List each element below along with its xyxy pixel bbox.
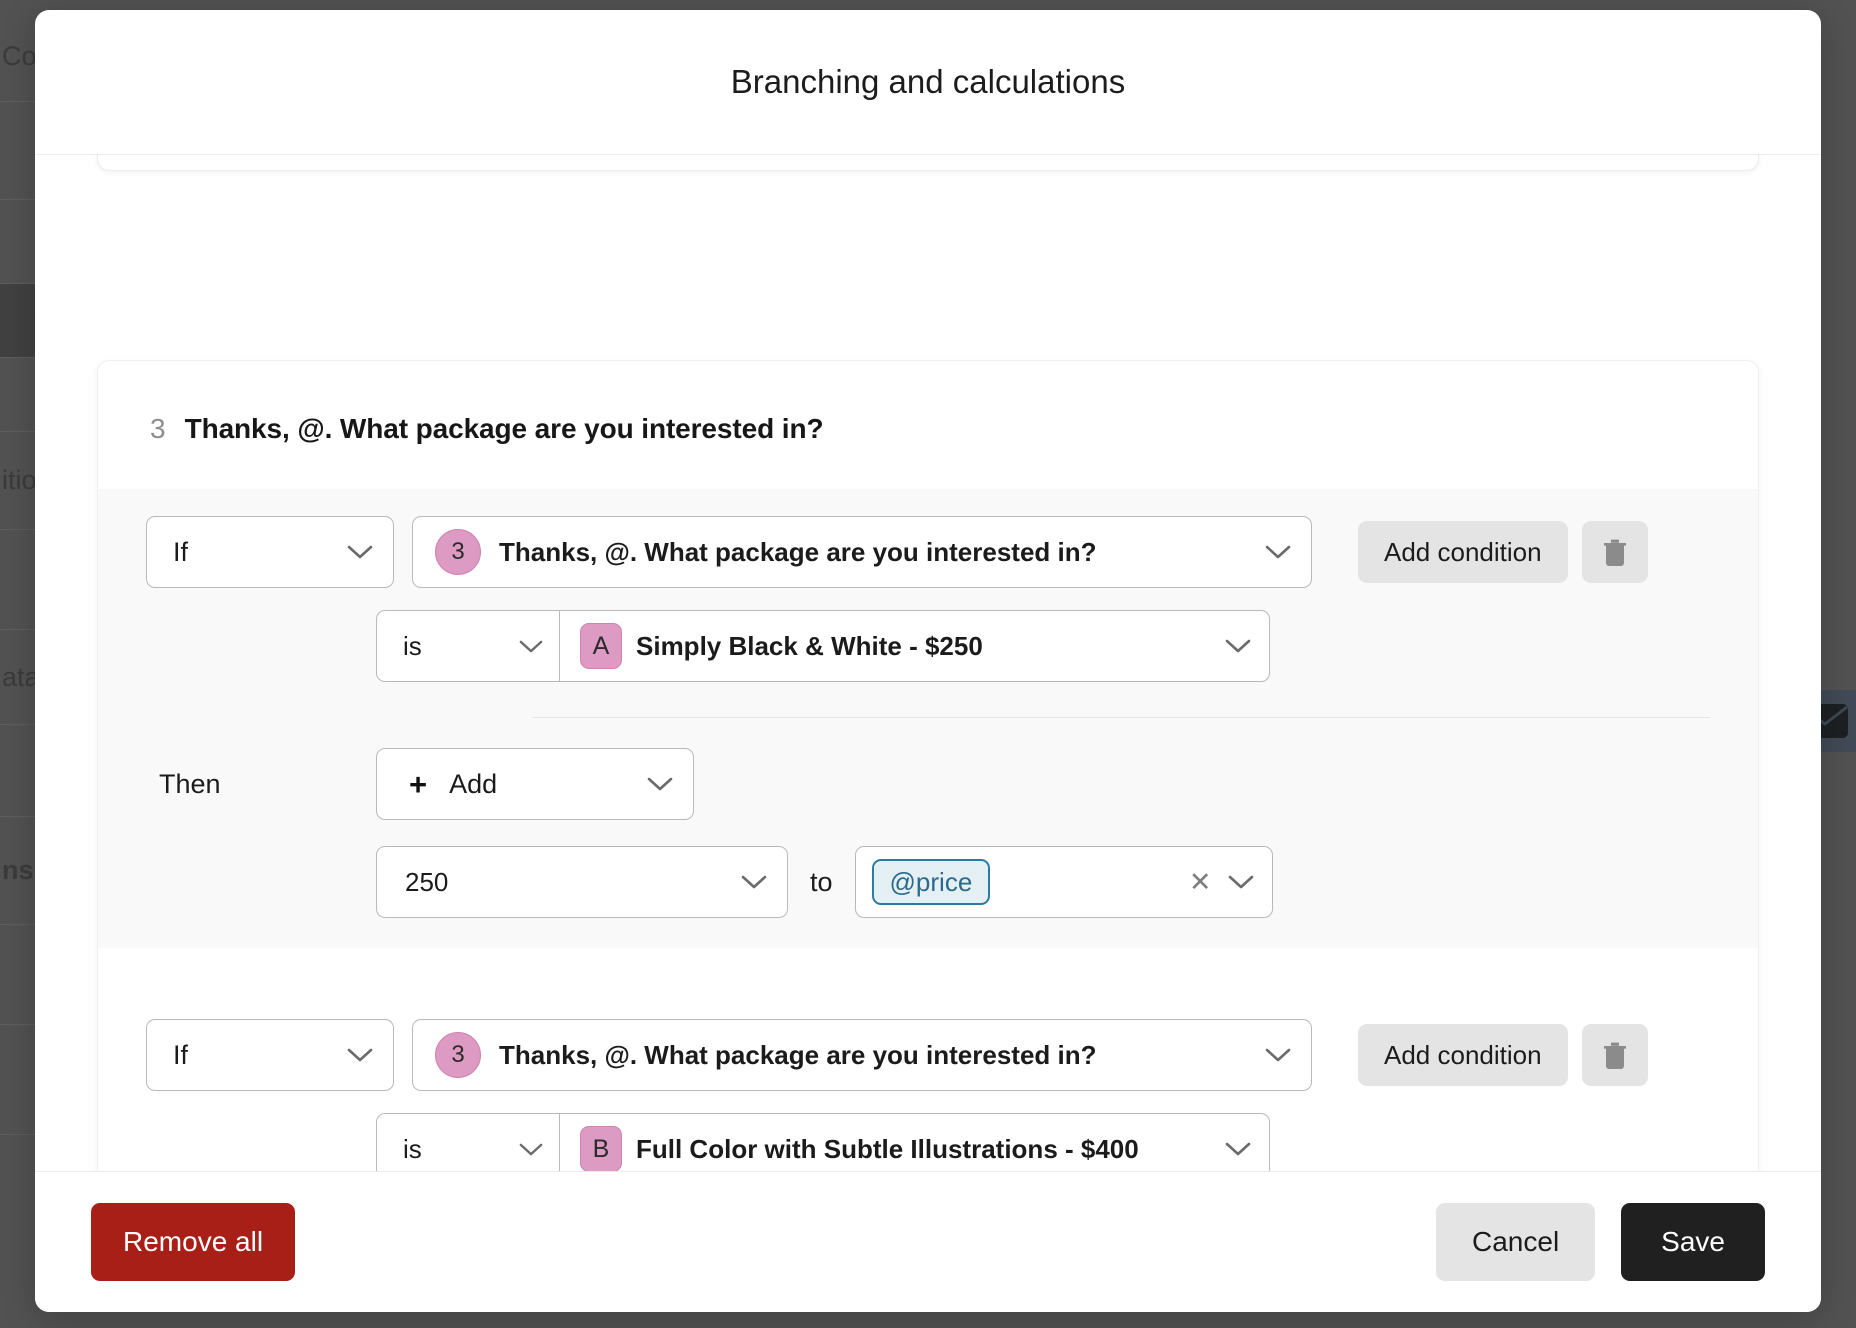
to-label: to — [810, 866, 833, 897]
background-text-fragment: ns — [2, 855, 34, 885]
comparison-operator-value: is — [403, 630, 422, 661]
if-operator-value: If — [173, 1039, 189, 1070]
page-title: Branching and calculations — [730, 63, 1126, 100]
chevron-down-icon — [503, 639, 559, 654]
question-text: Thanks, @. What package are you interest… — [184, 413, 824, 444]
condition-question-value: Thanks, @. What package are you interest… — [499, 1039, 1097, 1070]
chevron-down-icon — [721, 874, 787, 890]
condition-row: If 3 Thanks, @. What package are you int… — [98, 992, 1758, 1091]
add-condition-button[interactable]: Add condition — [1358, 1024, 1568, 1086]
comparison-operator-value: is — [403, 1133, 422, 1164]
choice-value-select[interactable]: A Simply Black & White - $250 — [559, 610, 1270, 682]
choice-badge: A — [580, 623, 622, 669]
chevron-down-icon — [1216, 874, 1272, 890]
condition-question-select[interactable]: 3 Thanks, @. What package are you intere… — [412, 516, 1312, 588]
if-operator-select[interactable]: If — [146, 516, 394, 588]
condition-question-value: Thanks, @. What package are you interest… — [499, 536, 1097, 567]
trash-icon — [1603, 539, 1626, 566]
condition-operator-row: is B Full Color with Subtle Illustration… — [98, 1091, 1758, 1171]
question-number: 3 — [150, 413, 166, 444]
delete-rule-button[interactable] — [1581, 521, 1648, 583]
delete-rule-button[interactable] — [1581, 1024, 1648, 1086]
condition-actions: Add condition — [1358, 521, 1648, 583]
rule-group-1: If 3 Thanks, @. What package are you int… — [98, 489, 1758, 948]
choice-value: Simply Black & White - $250 — [636, 630, 983, 661]
comparison-operator-select[interactable]: is — [376, 610, 560, 682]
if-operator-value: If — [173, 536, 189, 567]
action-type-value: Add — [449, 768, 498, 799]
action-type-select[interactable]: + Add — [376, 748, 694, 820]
remove-all-button[interactable]: Remove all — [91, 1203, 296, 1281]
background-text-fragment: ata — [2, 661, 40, 692]
then-value-row: 250 to @price ✕ — [98, 820, 1758, 918]
branching-dialog: Branching and calculations 3 Thanks, @. … — [35, 10, 1821, 1312]
choice-value: Full Color with Subtle Illustrations - $… — [636, 1133, 1139, 1164]
question-badge: 3 — [435, 529, 481, 575]
background-text-fragment: itio — [2, 465, 37, 495]
rule-group-2: If 3 Thanks, @. What package are you int… — [98, 992, 1758, 1171]
then-action-row: Then + Add — [98, 718, 1758, 820]
dialog-body[interactable]: 3 Thanks, @. What package are you intere… — [35, 155, 1821, 1171]
question-header: 3 Thanks, @. What package are you intere… — [98, 361, 1758, 445]
condition-actions: Add condition — [1358, 1024, 1648, 1086]
chevron-down-icon — [327, 1047, 393, 1063]
then-label: Then — [159, 768, 221, 799]
chevron-down-icon — [1207, 638, 1269, 654]
target-variable-select[interactable]: @price ✕ — [854, 846, 1273, 918]
save-button[interactable]: Save — [1621, 1203, 1765, 1281]
add-condition-button[interactable]: Add condition — [1358, 521, 1568, 583]
condition-row: If 3 Thanks, @. What package are you int… — [98, 489, 1758, 588]
condition-operator-row: is A Simply Black & White - $250 — [98, 588, 1758, 682]
background-text-fragment: Co — [2, 41, 37, 71]
if-operator-select[interactable]: If — [146, 1019, 394, 1091]
amount-value: 250 — [405, 866, 449, 897]
variable-chip: @price — [871, 859, 991, 905]
question-badge: 3 — [435, 1032, 481, 1078]
amount-select[interactable]: 250 — [376, 846, 788, 918]
dialog-footer: Remove all Cancel Save — [35, 1171, 1821, 1312]
question-rule-card: 3 Thanks, @. What package are you intere… — [97, 360, 1759, 1171]
comparison-operator-select[interactable]: is — [376, 1113, 560, 1171]
choice-badge: B — [580, 1126, 622, 1171]
cancel-button[interactable]: Cancel — [1436, 1203, 1596, 1281]
close-icon[interactable]: ✕ — [1179, 867, 1216, 898]
chevron-down-icon — [1207, 1141, 1269, 1157]
dialog-header: Branching and calculations — [35, 10, 1821, 155]
chevron-down-icon — [327, 544, 393, 560]
condition-question-select[interactable]: 3 Thanks, @. What package are you intere… — [412, 1019, 1312, 1091]
chevron-down-icon — [627, 776, 693, 792]
trash-icon — [1603, 1042, 1626, 1069]
previous-question-card-partial — [97, 155, 1759, 171]
plus-icon: + — [409, 766, 428, 802]
footer-actions: Cancel Save — [1436, 1203, 1765, 1281]
chevron-down-icon — [1245, 1047, 1311, 1063]
chevron-down-icon — [1245, 544, 1311, 560]
chevron-down-icon — [503, 1142, 559, 1157]
choice-value-select[interactable]: B Full Color with Subtle Illustrations -… — [559, 1113, 1270, 1171]
